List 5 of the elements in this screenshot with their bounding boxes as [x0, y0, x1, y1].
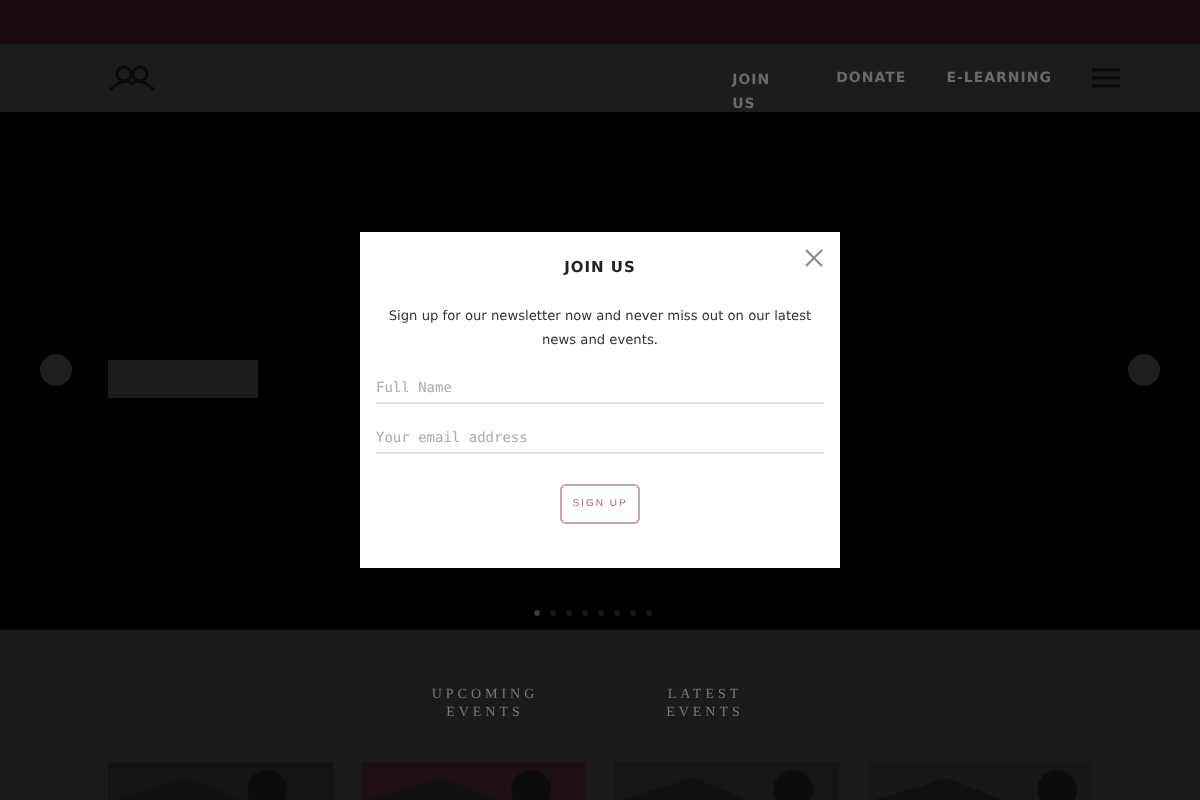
close-icon[interactable] [804, 248, 824, 268]
previous-slide-button[interactable] [40, 354, 72, 386]
next-slide-button[interactable] [1128, 354, 1160, 386]
slider-dot[interactable] [534, 610, 540, 616]
slide-button[interactable] [108, 360, 258, 398]
